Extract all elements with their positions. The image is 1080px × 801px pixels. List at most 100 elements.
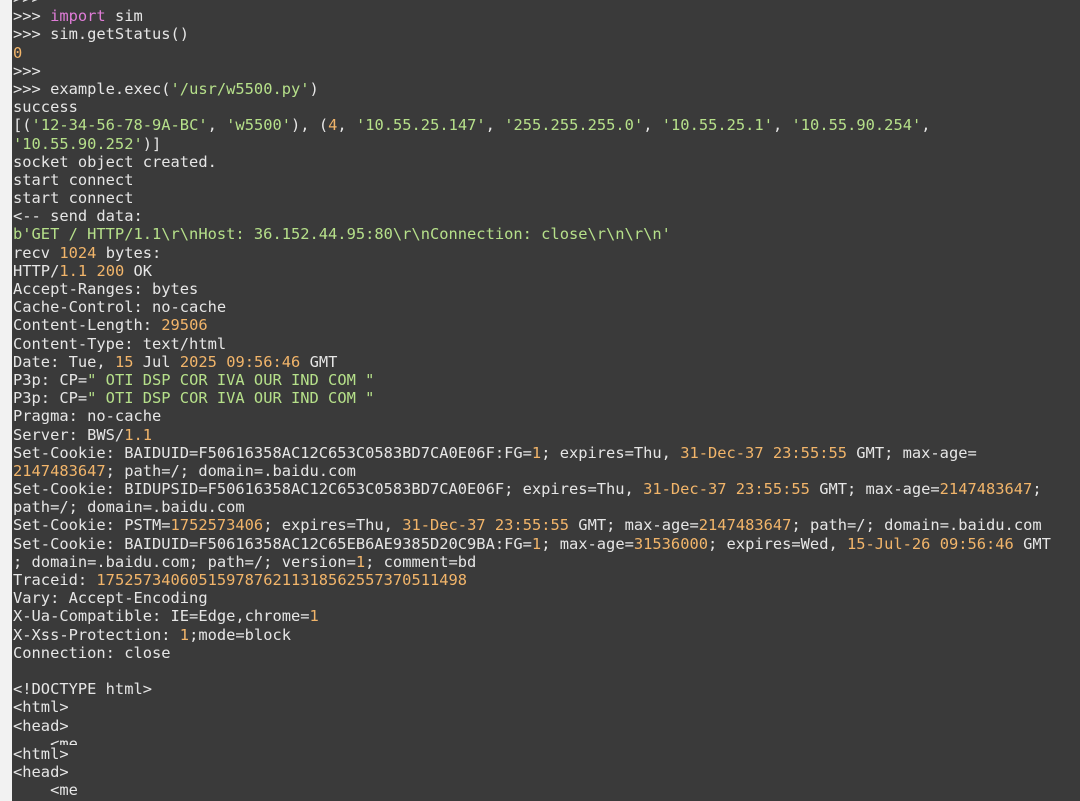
- terminal-text: " OTI DSP COR IVA OUR IND COM ": [87, 389, 375, 408]
- terminal-line: P3p: CP=" OTI DSP COR IVA OUR IND COM ": [13, 389, 1080, 407]
- terminal-text: P3p: CP=: [13, 389, 88, 408]
- terminal-text: start connect: [13, 189, 134, 208]
- terminal-line: Set-Cookie: BIDUPSID=F50616358AC12C653C0…: [13, 480, 1080, 498]
- terminal-text: ,: [337, 116, 356, 135]
- terminal-text: <me: [13, 734, 78, 745]
- terminal-text: ): [309, 79, 319, 98]
- terminal-text: GMT: [1013, 534, 1051, 553]
- terminal-text: '/usr/w5500.py': [170, 79, 310, 98]
- terminal-line: X-Ua-Compatible: IE=Edge,chrome=1: [13, 607, 1080, 625]
- terminal-text: <head>: [13, 716, 69, 735]
- terminal-text: >>> example.exec(: [13, 79, 171, 98]
- terminal-text: '10.55.25.1': [661, 116, 773, 135]
- terminal-line: Content-Type: text/html: [13, 335, 1080, 353]
- terminal-line: ; domain=.baidu.com; path=/; version=1; …: [13, 553, 1080, 571]
- terminal-text: ,: [921, 116, 931, 135]
- terminal-text: 1.1: [124, 425, 153, 444]
- terminal-line: '10.55.90.252')]: [13, 135, 1080, 153]
- terminal-text: ; comment=bd: [365, 552, 477, 571]
- terminal-line: <me: [13, 781, 1080, 799]
- terminal-text: 23:55:55: [494, 516, 570, 535]
- terminal-text: 31-Dec-37: [402, 516, 486, 535]
- terminal-text: Content-Type: text/html: [13, 334, 227, 353]
- terminal-text: ,: [485, 116, 505, 135]
- terminal-text: start connect: [13, 170, 134, 189]
- terminal-text: <html>: [13, 744, 69, 763]
- terminal-text: Vary: Accept-Encoding: [13, 589, 208, 608]
- terminal-line: >>>: [13, 0, 1080, 7]
- terminal-line: Server: BWS/1.1: [13, 426, 1080, 444]
- terminal-text: 0: [13, 43, 23, 62]
- terminal-text: ;mode=block: [189, 625, 292, 644]
- terminal-line: start connect: [13, 189, 1080, 207]
- terminal-text: Set-Cookie: BAIDUID=F50616358AC12C653C05…: [13, 443, 532, 462]
- terminal-text: 1: [355, 552, 366, 571]
- terminal-text: 09:56:46: [939, 534, 1014, 553]
- terminal-line: >>>: [13, 62, 1080, 80]
- terminal-line: Traceid: 1752573406051597876211318562557…: [13, 571, 1080, 589]
- terminal-text: ; domain=.baidu.com; path=/; version=: [13, 552, 356, 571]
- terminal-text: 15: [114, 352, 134, 371]
- terminal-text: '10.55.90.252': [13, 134, 143, 153]
- terminal-text: <head>: [13, 762, 69, 781]
- terminal-text: OK: [124, 261, 153, 280]
- terminal-line: b'GET / HTTP/1.1\r\nHost: 36.152.44.95:8…: [13, 225, 1080, 243]
- terminal-text: 2147483647: [939, 480, 1033, 499]
- terminal-line: Connection: close: [13, 644, 1080, 662]
- terminal-text: 1: [179, 625, 190, 644]
- terminal-text: 1024: [59, 243, 97, 262]
- terminal-line: >>> import sim: [13, 7, 1080, 25]
- terminal-line: success: [13, 98, 1080, 116]
- terminal-text: 23:55:55: [772, 443, 848, 462]
- terminal-text: [(: [13, 116, 32, 135]
- terminal-text: ,: [207, 116, 227, 135]
- terminal-text: ,: [643, 116, 662, 135]
- terminal-text: GMT: [300, 352, 338, 371]
- terminal-text: Set-Cookie: BAIDUID=F50616358AC12C65EB6A…: [13, 534, 532, 553]
- editor-gutter: [0, 0, 12, 801]
- terminal-line: >>> sim.getStatus(): [13, 25, 1080, 43]
- terminal-text: 4: [328, 116, 338, 135]
- terminal-text: >>>: [13, 7, 51, 26]
- terminal-line: Vary: Accept-Encoding: [13, 589, 1080, 607]
- terminal-text: 2147483647: [13, 461, 106, 480]
- terminal-text: ; expires=Thu,: [263, 516, 403, 535]
- terminal-text: >>>: [13, 61, 41, 80]
- terminal-text: '10.55.90.254': [791, 116, 922, 135]
- terminal-text: 1: [531, 534, 542, 553]
- terminal-line: <-- send data:: [13, 207, 1080, 225]
- terminal-text: P3p: CP=: [13, 370, 88, 389]
- terminal-text: 31536000: [633, 534, 708, 553]
- terminal-line: <!DOCTYPE html>: [13, 680, 1080, 698]
- terminal-text: ; path=/; domain=.baidu.com: [105, 461, 356, 480]
- terminal-text: ;: [1032, 480, 1042, 499]
- terminal-text: 31-Dec-37: [680, 443, 764, 462]
- terminal-text: '12-34-56-78-9A-BC': [31, 116, 208, 135]
- terminal-text: GMT; max-age=: [809, 480, 940, 499]
- terminal-line: P3p: CP=" OTI DSP COR IVA OUR IND COM ": [13, 371, 1080, 389]
- terminal-text: 09:56:46: [226, 352, 301, 371]
- terminal-line: recv 1024 bytes:: [13, 244, 1080, 262]
- terminal-text: 200: [96, 261, 125, 280]
- terminal-lines: >>>>>> import sim>>> sim.getStatus()0>>>…: [13, 0, 1080, 799]
- terminal-text: '10.55.25.147': [355, 116, 486, 135]
- terminal-text: 15-Jul-26: [847, 534, 931, 553]
- terminal-line: Set-Cookie: BAIDUID=F50616358AC12C65EB6A…: [13, 535, 1080, 553]
- terminal-text: '255.255.255.0': [504, 116, 644, 135]
- terminal-text: success: [13, 98, 78, 117]
- terminal-text: 1: [309, 607, 319, 626]
- terminal-line: Cache-Control: no-cache: [13, 298, 1080, 316]
- terminal-line: <html>: [13, 698, 1080, 716]
- terminal-output[interactable]: >>>>>> import sim>>> sim.getStatus()0>>>…: [12, 0, 1080, 801]
- terminal-line: X-Xss-Protection: 1;mode=block: [13, 626, 1080, 644]
- terminal-line: 2147483647; path=/; domain=.baidu.com: [13, 462, 1080, 480]
- terminal-text: <html>: [13, 698, 69, 717]
- terminal-line: path=/; domain=.baidu.com: [13, 498, 1080, 516]
- terminal-text: ), (: [291, 116, 329, 135]
- terminal-text: 1752573406: [170, 516, 264, 535]
